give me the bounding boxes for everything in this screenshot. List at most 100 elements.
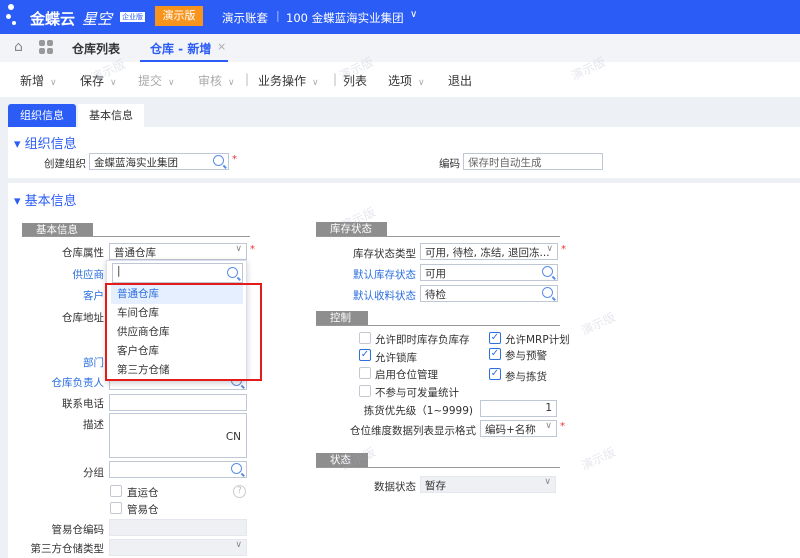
exit-button[interactable]: 退出 — [448, 72, 472, 89]
account-label: 演示账套 — [222, 11, 268, 25]
chevron-down-icon: ∨ — [228, 78, 235, 88]
chevron-down-icon: ∨ — [545, 421, 552, 431]
default-receive-input[interactable]: 待检 — [420, 285, 558, 302]
picking-checkbox[interactable]: ✓ — [489, 368, 501, 380]
required-mark: * — [560, 421, 565, 432]
home-icon[interactable]: ⌂ — [14, 39, 23, 55]
allow-lock-checkbox[interactable]: ✓ — [359, 349, 371, 361]
subtab-org-info[interactable]: 组织信息 — [8, 104, 76, 127]
save-button[interactable]: 保存 ∨ — [80, 72, 117, 89]
code-label: 编码 — [439, 158, 460, 170]
brand-name: 金蝶云 — [30, 10, 76, 28]
priority-label: 拣货优先级（1~9999) — [363, 405, 473, 417]
chevron-down-icon: ∨ — [418, 78, 425, 88]
dept-label[interactable]: 部门 — [20, 355, 104, 370]
manager-label[interactable]: 仓库负责人 — [20, 375, 105, 390]
format-label: 仓位维度数据列表显示格式 — [350, 425, 476, 437]
divider — [22, 236, 250, 237]
create-org-label: 创建组织 — [44, 158, 86, 170]
divider: | — [276, 9, 280, 22]
property-select[interactable]: 普通仓库 ∨ — [109, 243, 247, 260]
subtab-basic-info[interactable]: 基本信息 — [78, 104, 144, 127]
customer-label[interactable]: 客户 — [20, 288, 104, 303]
brand-subname: 星空 — [82, 10, 113, 28]
required-mark: * — [561, 244, 566, 255]
format-select[interactable]: 编码+名称 ∨ — [480, 420, 557, 437]
default-receive-label[interactable]: 默认收料状态 — [320, 288, 416, 303]
chevron-down-icon: ∨ — [544, 477, 551, 487]
tab-warehouse-list[interactable]: 仓库列表 — [72, 40, 120, 57]
guanyi-label: 管易仓 — [127, 504, 159, 516]
chevron-down-icon: ∨ — [168, 78, 175, 88]
priority-input[interactable]: 1 — [480, 400, 557, 417]
language-indicator[interactable]: CN — [226, 431, 241, 443]
close-icon[interactable]: × — [217, 40, 226, 53]
supplier-label[interactable]: 供应商 — [20, 267, 105, 282]
group-header-basic: 基本信息 — [22, 223, 93, 237]
third-party-type-label: 第三方仓储类型 — [30, 543, 105, 555]
chevron-down-icon: ∨ — [235, 244, 242, 254]
chevron-down-icon: ∨ — [312, 78, 319, 88]
required-mark: * — [232, 154, 237, 165]
edition-badge: 企业版 — [120, 12, 145, 22]
checkbox-label: 不参与可发量统计 — [375, 387, 459, 399]
toolbar: 新增 ∨ 保存 ∨ 提交 ∨ 审核 ∨ | 业务操作 ∨ | 列表 选项 ∨ 退出 — [0, 62, 800, 97]
options-button[interactable]: 选项 ∨ — [388, 72, 425, 89]
property-label: 仓库属性 — [62, 247, 104, 259]
checkbox-label: 允许MRP计划 — [505, 334, 570, 346]
divider: | — [333, 72, 338, 86]
checkbox-label: 参与预警 — [505, 350, 547, 362]
tab-warehouse-new[interactable]: 仓库 - 新增 × — [140, 34, 228, 62]
chevron-down-icon: ∨ — [546, 244, 553, 254]
account-org[interactable]: 100 金蝶蓝海实业集团 — [286, 10, 404, 26]
default-stock-label[interactable]: 默认库存状态 — [320, 267, 416, 282]
divider — [316, 325, 560, 326]
desc-label: 描述 — [83, 419, 104, 431]
chevron-down-icon: ∨ — [235, 540, 242, 550]
audit-button[interactable]: 审核 ∨ — [198, 72, 235, 89]
direct-checkbox[interactable] — [110, 485, 122, 497]
submit-button[interactable]: 提交 ∨ — [138, 72, 175, 89]
data-status-label: 数据状态 — [374, 481, 416, 493]
list-button[interactable]: 列表 — [343, 72, 367, 89]
desc-textarea[interactable]: CN — [109, 413, 247, 458]
allow-mrp-checkbox[interactable]: ✓ — [489, 332, 501, 344]
business-ops-button[interactable]: 业务操作 ∨ — [258, 72, 319, 89]
divider — [316, 236, 560, 237]
tab-bar: ⌂ 仓库列表 仓库 - 新增 × — [0, 34, 800, 62]
stock-type-select[interactable]: 可用, 待检, 冻结, 退回冻... ∨ — [420, 243, 558, 260]
create-org-input[interactable]: 金蝶蓝海实业集团 — [89, 153, 229, 170]
apps-grid-icon[interactable] — [39, 40, 53, 54]
group-header-status: 状态 — [316, 453, 368, 467]
tab-label: 仓库 - 新增 — [150, 42, 212, 56]
third-party-type-select: ∨ — [109, 539, 247, 556]
default-stock-input[interactable]: 可用 — [420, 264, 558, 281]
help-icon[interactable]: ? — [233, 485, 246, 498]
chevron-down-icon[interactable]: ∨ — [410, 9, 417, 20]
search-icon — [542, 266, 553, 277]
warning-checkbox[interactable]: ✓ — [489, 348, 501, 360]
allow-negative-stock-checkbox[interactable] — [359, 332, 371, 344]
divider — [316, 467, 560, 468]
section-title[interactable]: ▾ 基本信息 — [14, 190, 77, 209]
address-label: 仓库地址 — [62, 312, 104, 324]
checkbox-label: 允许锁库 — [375, 352, 417, 364]
section-title[interactable]: ▾ 组织信息 — [14, 133, 77, 152]
group-input[interactable] — [109, 461, 247, 478]
highlight-box — [105, 283, 262, 381]
enable-location-checkbox[interactable] — [359, 367, 371, 379]
checkbox-label: 启用仓位管理 — [375, 369, 438, 381]
demo-button[interactable]: 演示版 — [155, 6, 203, 26]
new-button[interactable]: 新增 ∨ — [20, 72, 57, 89]
checkbox-label: 参与拣货 — [505, 371, 547, 383]
guanyi-code-label: 管易仓编码 — [51, 524, 105, 536]
divider: | — [245, 72, 250, 86]
exclude-available-checkbox[interactable] — [359, 385, 371, 397]
guanyi-checkbox[interactable] — [110, 502, 122, 514]
data-status-select: 暂存 ∨ — [420, 476, 556, 493]
required-mark: * — [250, 244, 255, 255]
code-input[interactable]: 保存时自动生成 — [463, 153, 603, 170]
dropdown-search-input[interactable]: | — [112, 263, 243, 283]
group-header-control: 控制 — [316, 311, 368, 325]
phone-input[interactable] — [109, 394, 247, 411]
